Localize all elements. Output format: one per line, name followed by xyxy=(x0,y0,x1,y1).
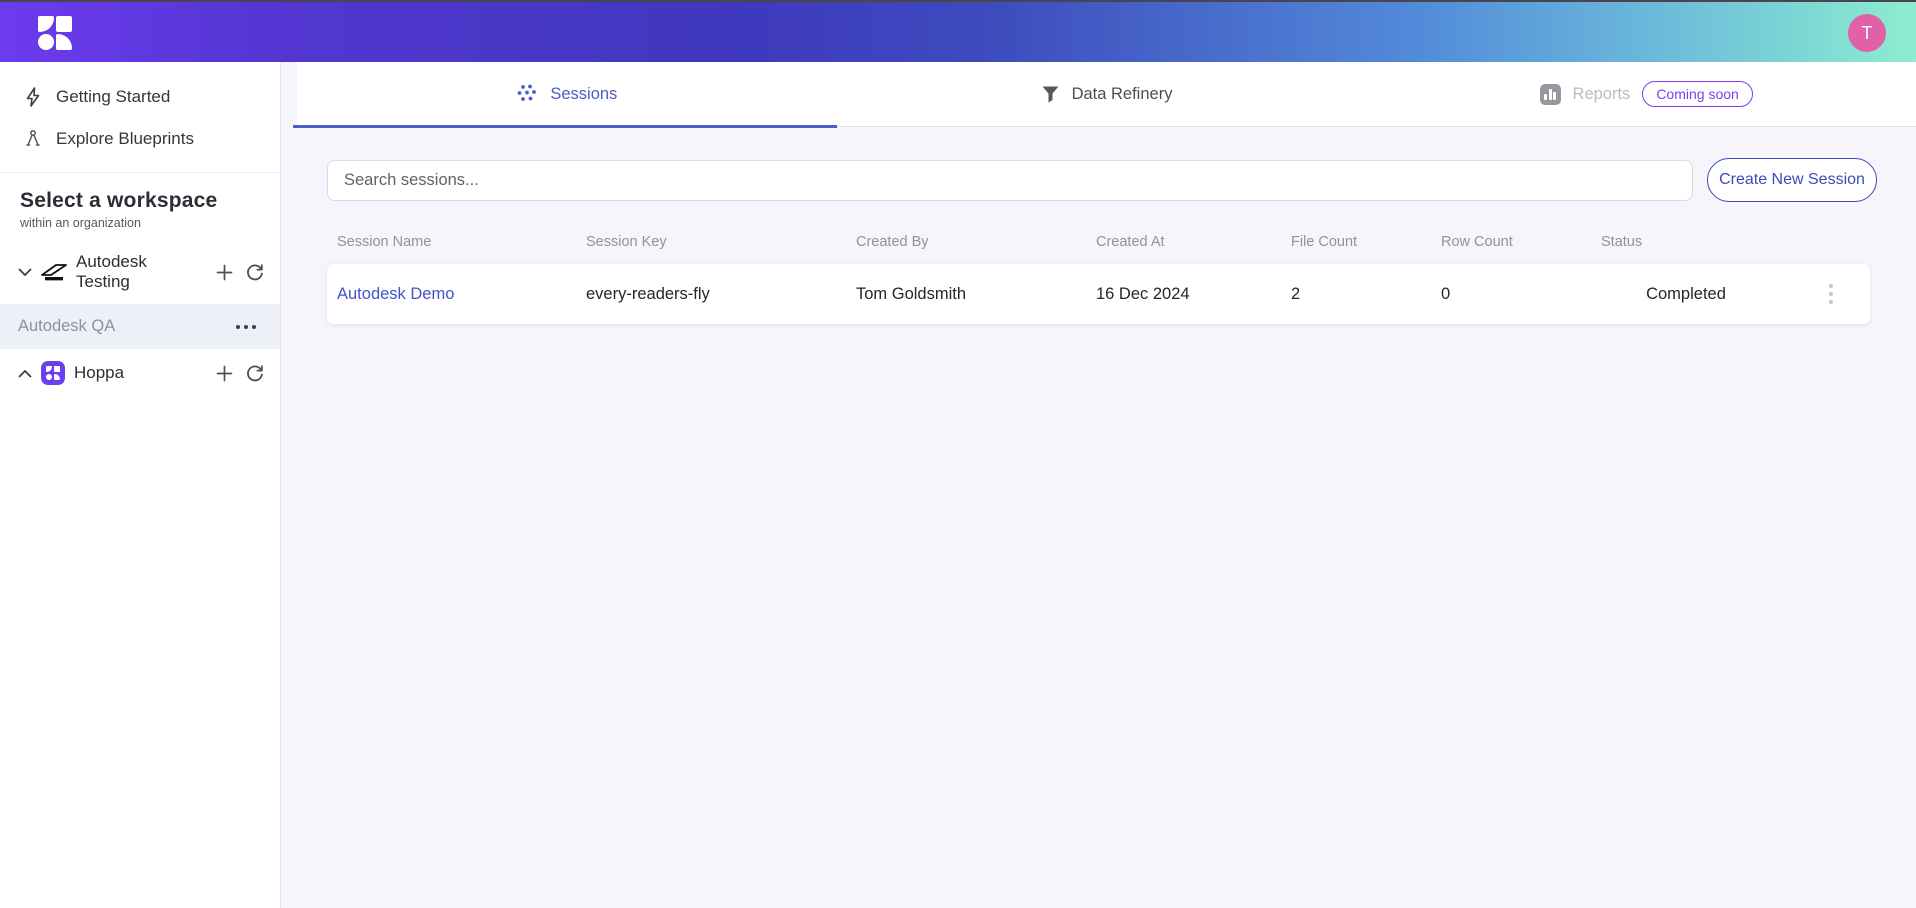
workspace-item-autodesk-qa[interactable]: Autodesk QA xyxy=(0,304,280,349)
table-row[interactable]: Autodesk Demo every-readers-fly Tom Gold… xyxy=(327,264,1870,324)
bar-chart-icon xyxy=(1539,83,1561,105)
app-logo-icon[interactable] xyxy=(38,16,72,50)
tab-label: Sessions xyxy=(550,84,618,103)
main-content: Sessions Data Refinery Reports Coming so… xyxy=(281,62,1916,908)
column-header-created-by: Created By xyxy=(856,234,929,250)
top-header: T xyxy=(0,0,1916,62)
chevron-down-icon[interactable] xyxy=(18,268,32,277)
status-cell: Completed xyxy=(1646,284,1726,303)
column-header-status: Status xyxy=(1601,234,1643,250)
session-name-link[interactable]: Autodesk Demo xyxy=(327,285,576,304)
search-input[interactable] xyxy=(327,160,1693,201)
sidebar-item-label: Getting Started xyxy=(56,87,171,106)
sidebar-divider xyxy=(0,172,280,173)
sidebar-item-explore-blueprints[interactable]: Explore Blueprints xyxy=(0,118,280,160)
tab-label: Data Refinery xyxy=(1071,84,1173,103)
file-count-cell: 2 xyxy=(1291,284,1301,303)
workspace-name: Autodesk Testing xyxy=(76,252,147,291)
add-workspace-button[interactable] xyxy=(214,363,235,384)
workspace-item-hoppa[interactable]: Hoppa xyxy=(0,349,280,397)
chevron-up-icon[interactable] xyxy=(18,369,32,378)
add-workspace-button[interactable] xyxy=(214,262,235,283)
plus-icon xyxy=(216,264,233,280)
user-avatar[interactable]: T xyxy=(1848,14,1886,52)
tab-bar: Sessions Data Refinery Reports Coming so… xyxy=(293,62,1916,128)
compass-icon xyxy=(26,130,40,146)
sidebar: Getting Started Explore Blueprints Selec… xyxy=(0,62,281,908)
sidebar-item-getting-started[interactable]: Getting Started xyxy=(0,76,280,118)
workspace-name: Autodesk QA xyxy=(18,317,116,335)
refresh-workspace-button[interactable] xyxy=(244,362,266,384)
column-header-row-count: Row Count xyxy=(1441,234,1513,250)
column-header-file-count: File Count xyxy=(1291,234,1358,250)
create-new-session-button[interactable]: Create New Session xyxy=(1707,158,1877,202)
column-header-created-at: Created At xyxy=(1096,234,1165,250)
plus-icon xyxy=(216,365,233,381)
workspace-name: Hoppa xyxy=(74,363,125,382)
workspace-section-title: Select a workspace xyxy=(20,189,218,212)
session-key-cell: every-readers-fly xyxy=(586,284,710,303)
sidebar-item-label: Explore Blueprints xyxy=(56,129,194,148)
coming-soon-badge: Coming soon xyxy=(1642,81,1753,107)
refresh-icon xyxy=(247,365,263,382)
tab-label: Reports xyxy=(1572,84,1631,103)
sessions-table: Session Name Session Key Created By Crea… xyxy=(327,230,1870,324)
hoppa-logo-icon xyxy=(41,361,65,385)
workspace-menu-button[interactable] xyxy=(232,321,260,333)
tab-data-refinery[interactable]: Data Refinery xyxy=(837,62,1377,126)
dots-cluster-icon xyxy=(517,84,537,101)
tab-reports[interactable]: Reports Coming soon xyxy=(1376,62,1916,126)
created-at-cell: 16 Dec 2024 xyxy=(1096,284,1190,303)
refresh-icon xyxy=(247,264,263,281)
funnel-icon xyxy=(1042,86,1059,102)
table-header-row: Session Name Session Key Created By Crea… xyxy=(327,230,1870,264)
column-header-session-key: Session Key xyxy=(586,234,667,250)
row-count-cell: 0 xyxy=(1441,284,1451,303)
column-header-session-name: Session Name xyxy=(337,234,432,250)
workspace-section-subtitle: within an organization xyxy=(20,216,141,230)
toolbar: Create New Session xyxy=(327,158,1877,202)
active-tab-underline xyxy=(293,125,837,128)
created-by-cell: Tom Goldsmith xyxy=(856,284,967,303)
lightning-icon xyxy=(26,87,40,107)
refresh-workspace-button[interactable] xyxy=(244,261,266,283)
autodesk-logo-icon xyxy=(41,263,67,280)
tab-sessions[interactable]: Sessions xyxy=(293,62,837,128)
row-menu-button[interactable] xyxy=(1825,280,1837,308)
workspace-item-autodesk-testing[interactable]: Autodesk Testing xyxy=(0,240,280,304)
